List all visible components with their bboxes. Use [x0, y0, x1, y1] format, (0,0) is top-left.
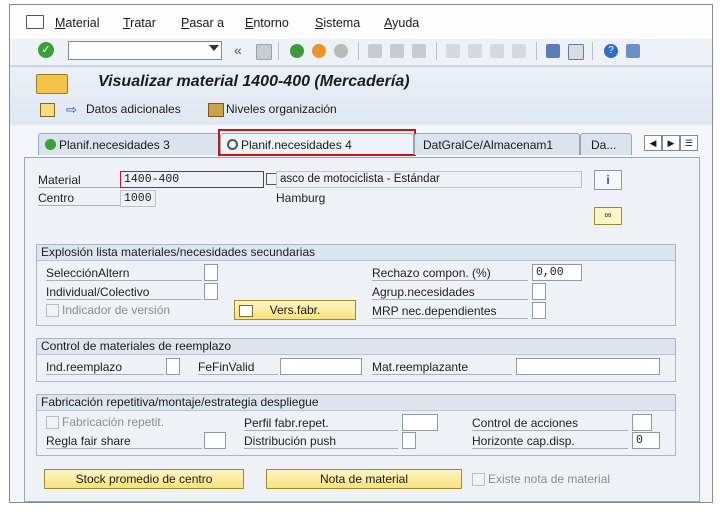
rechazo-field[interactable]: 0,00 [532, 264, 582, 281]
command-field[interactable] [68, 41, 222, 60]
ind-reemplazo-field[interactable] [166, 358, 180, 375]
fefinvalid-label: FeFinValid [198, 360, 278, 375]
material-description: asco de motociclista - Estándar [276, 171, 582, 188]
group-title: Explosión lista materiales/necesidades s… [37, 245, 675, 261]
centro-description: Hamburg [276, 191, 326, 205]
back-icon[interactable] [290, 44, 304, 58]
tab-label: DatGralCe/Almacenam1 [423, 138, 554, 152]
agrup-field[interactable] [532, 283, 546, 300]
highlight-box [218, 129, 416, 156]
control-acciones-label: Control de acciones [472, 416, 628, 431]
regla-fair-share-field[interactable] [204, 432, 226, 449]
last-page-icon[interactable] [512, 44, 526, 58]
niveles-organizacion-button[interactable]: Niveles organización [226, 102, 337, 116]
glasses-icon[interactable]: ∞ [594, 207, 622, 225]
org-levels-icon[interactable] [208, 103, 224, 117]
seleccion-field[interactable] [204, 264, 218, 281]
menu-pasar-a[interactable]: Pasar a [181, 16, 224, 30]
print-icon[interactable] [368, 44, 382, 58]
control-acciones-field[interactable] [632, 414, 652, 431]
enter-icon[interactable]: ✓ [38, 42, 54, 58]
perfil-fabr-field[interactable] [402, 414, 438, 431]
toolbar-separator [278, 42, 279, 60]
window-menu-icon[interactable] [26, 15, 44, 29]
menu-bar [10, 5, 712, 39]
tab-scroll-right-icon[interactable]: ▶ [662, 135, 680, 151]
nota-material-button[interactable]: Nota de material [266, 469, 462, 489]
seleccion-label: SelecciónAltern [46, 266, 202, 281]
perfil-fabr-label: Perfil fabr.repet. [244, 416, 398, 431]
ind-reemplazo-label: Ind.reemplazo [46, 360, 164, 375]
centro-label: Centro [38, 191, 120, 206]
tab-label: Planif.necesidades 3 [59, 138, 170, 152]
group-title: Control de materiales de reemplazo [37, 339, 675, 355]
help-icon[interactable]: ? [604, 44, 618, 58]
version-icon [239, 305, 253, 317]
mat-reemplazante-field[interactable] [516, 358, 660, 375]
fefinvalid-field[interactable] [280, 358, 362, 375]
vers-fabr-label: Vers.fabr. [269, 303, 321, 317]
sap-window: Material Tratar Pasar a Entorno Sistema … [9, 4, 713, 503]
tab-label: Da... [591, 138, 617, 152]
stock-promedio-button[interactable]: Stock promedio de centro [44, 469, 244, 489]
tab-scroll-left-icon[interactable]: ◀ [644, 135, 662, 151]
material-label: Material [38, 173, 120, 188]
toolbar-separator [536, 42, 537, 60]
next-page-icon[interactable] [490, 44, 504, 58]
fabricacion-repetit-checkbox[interactable] [46, 416, 59, 429]
save-icon[interactable] [256, 44, 272, 60]
tab-datgralce[interactable]: DatGralCe/Almacenam1 [414, 133, 580, 155]
info-icon[interactable]: i [594, 170, 622, 190]
horizonte-label: Horizonte cap.disp. [472, 434, 628, 449]
mrp-field[interactable] [532, 302, 546, 319]
checkmark-icon [45, 139, 56, 150]
chevron-down-icon[interactable] [209, 45, 219, 51]
menu-material[interactable]: Material [55, 16, 99, 30]
fabricacion-repetit-label: Fabricación repetit. [62, 415, 165, 429]
additional-data-icon[interactable] [40, 103, 55, 117]
indicador-version-checkbox[interactable] [46, 304, 59, 317]
new-session-icon[interactable] [546, 44, 560, 58]
toolbar-separator [358, 42, 359, 60]
find-next-icon[interactable] [412, 44, 426, 58]
toolbar-separator [592, 42, 593, 60]
arrow-right-icon[interactable]: ⇨ [66, 102, 77, 118]
individual-field[interactable] [204, 283, 218, 300]
toolbar-separator [436, 42, 437, 60]
menu-tratar[interactable]: Tratar [123, 16, 156, 30]
group-title: Fabricación repetitiva/montaje/estrategi… [37, 395, 675, 411]
find-icon[interactable] [390, 44, 404, 58]
page-title: Visualizar material 1400-400 (Mercadería… [98, 73, 410, 90]
menu-entorno[interactable]: Entorno [245, 16, 289, 30]
distribucion-push-label: Distribución push [244, 434, 398, 449]
agrup-label: Agrup.necesidades [372, 285, 528, 300]
exit-icon[interactable] [312, 44, 326, 58]
mat-reemplazante-label: Mat.reemplazante [372, 360, 512, 375]
menu-ayuda[interactable]: Ayuda [384, 16, 419, 30]
tab-planif-3[interactable]: Planif.necesidades 3 [38, 133, 220, 155]
distribucion-push-field[interactable] [402, 432, 416, 449]
centro-field[interactable]: 1000 [120, 190, 156, 207]
existe-nota-label: Existe nota de material [488, 472, 611, 486]
rechazo-label: Rechazo compon. (%) [372, 266, 528, 281]
material-field[interactable]: 1400-400 [120, 171, 264, 188]
layout-menu-icon[interactable] [626, 44, 640, 58]
menu-sistema[interactable]: Sistema [315, 16, 360, 30]
mrp-label: MRP nec.dependientes [372, 304, 528, 319]
previous-page-icon[interactable] [468, 44, 482, 58]
indicador-version-label: Indicador de versión [62, 303, 171, 317]
tab-more[interactable]: Da... [580, 133, 632, 155]
regla-fair-share-label: Regla fair share [46, 434, 202, 449]
cancel-icon[interactable] [334, 44, 348, 58]
first-page-icon[interactable] [446, 44, 460, 58]
tab-list-icon[interactable]: ☰ [680, 135, 698, 151]
individual-label: Individual/Colectivo [46, 285, 202, 300]
horizonte-field[interactable]: 0 [632, 432, 660, 449]
datos-adicionales-button[interactable]: Datos adicionales [86, 102, 181, 116]
display-material-icon [36, 74, 68, 94]
collapse-icon[interactable]: « [234, 42, 242, 58]
shortcut-icon[interactable] [568, 44, 584, 60]
vers-fabr-button[interactable]: Vers.fabr. [234, 300, 356, 320]
existe-nota-checkbox[interactable] [472, 473, 485, 486]
